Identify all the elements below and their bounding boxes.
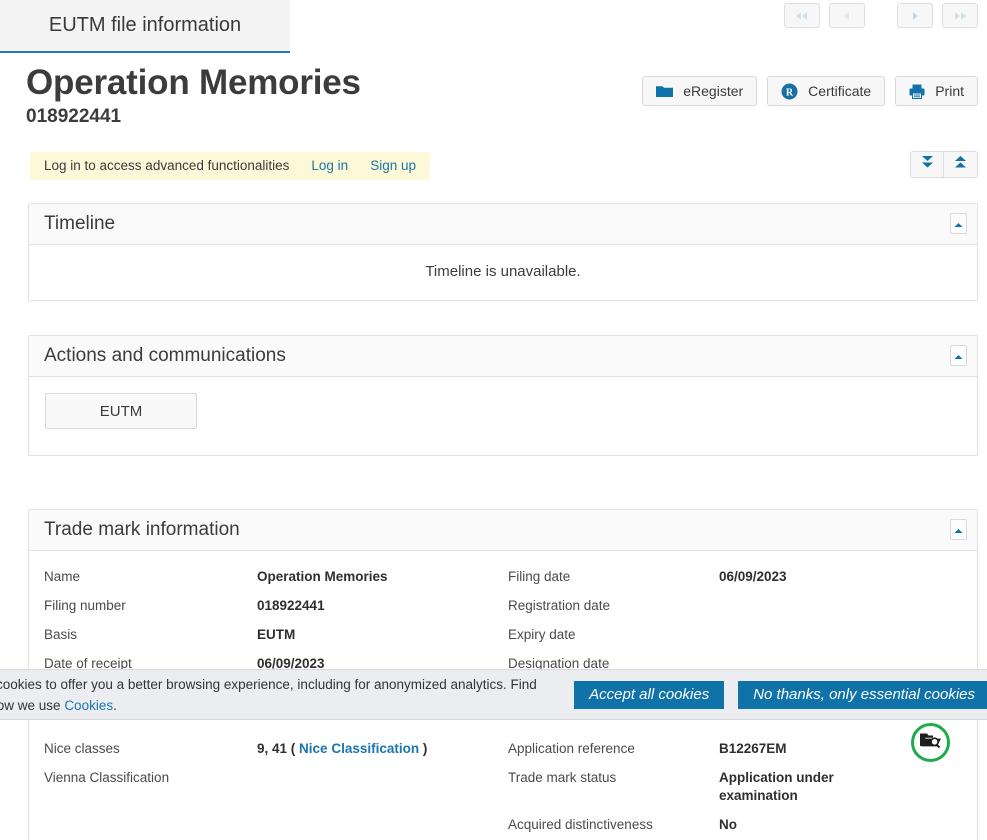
cookie-text-end: . (113, 697, 117, 713)
certificate-button[interactable]: R Certificate (767, 76, 886, 106)
actions-communications-header: Actions and communications (29, 336, 977, 377)
print-label: Print (935, 83, 964, 99)
field-label-trade-mark-status: Trade mark status (508, 770, 617, 785)
eregister-button[interactable]: eRegister (642, 76, 758, 106)
certificate-label: Certificate (808, 83, 872, 99)
timeline-unavailable-message: Timeline is unavailable. (425, 263, 581, 280)
mark-number: 018922441 (26, 106, 122, 127)
previous-record-button[interactable] (829, 3, 865, 28)
field-value-empty (257, 811, 495, 840)
trade-mark-information-title: Trade mark information (44, 519, 240, 540)
field-label-application-reference: Application reference (508, 741, 635, 756)
login-notice: Log in to access advanced functionalitie… (30, 152, 430, 180)
field-value-nice-classes: 9, 41 ( Nice Classification ) (257, 735, 495, 764)
field-label-registration-date: Registration date (508, 598, 611, 613)
next-record-button[interactable] (897, 3, 933, 28)
registered-r-icon: R (781, 83, 798, 100)
actions-communications-collapse-button[interactable] (950, 345, 967, 366)
timeline-panel: Timeline Timeline is unavailable. (28, 203, 978, 301)
nice-classes-prefix: 9, 41 ( (257, 741, 296, 756)
trade-mark-information-collapse-button[interactable] (950, 519, 967, 540)
accept-all-cookies-button[interactable]: Accept all cookies (574, 680, 725, 709)
printer-icon (909, 84, 925, 99)
expand-collapse-all (910, 151, 978, 178)
field-label-acquired-distinctiveness: Acquired distinctiveness (508, 817, 653, 832)
field-label-filing-number: Filing number (44, 598, 126, 613)
record-pager (784, 3, 978, 28)
field-label-basis: Basis (44, 627, 78, 642)
timeline-title: Timeline (44, 213, 116, 234)
timeline-panel-body: Timeline is unavailable. (29, 245, 977, 300)
pager-forward-group (897, 3, 978, 28)
double-chevron-down-icon (920, 154, 935, 175)
login-notice-text: Log in to access advanced functionalitie… (44, 158, 290, 173)
print-button[interactable]: Print (895, 76, 978, 106)
field-label-name: Name (44, 569, 81, 584)
collapse-all-button[interactable] (944, 151, 978, 178)
pager-backward-group (784, 3, 865, 28)
field-value-acquired-distinctiveness: No (719, 817, 737, 832)
field-value-vienna-classification (257, 764, 495, 811)
field-label-empty (29, 811, 257, 840)
cookie-banner-buttons: Accept all cookies No thanks, only essen… (574, 680, 987, 709)
timeline-panel-header: Timeline (29, 204, 977, 245)
cookies-link[interactable]: Cookies (64, 698, 113, 713)
timeline-collapse-button[interactable] (950, 213, 967, 234)
first-record-button[interactable] (784, 3, 820, 28)
cookie-consent-banner: es cookies to offer you a better browsin… (0, 669, 987, 720)
eutm-file-information-page: EUTM file information Operation Memories… (0, 0, 987, 840)
eregister-label: eRegister (683, 83, 744, 99)
double-chevron-up-icon (953, 154, 968, 175)
svg-text:R: R (786, 87, 794, 98)
field-value-expiry-date (719, 621, 977, 650)
chevron-left-icon (842, 11, 852, 21)
actions-communications-body: EUTM (29, 377, 977, 455)
folder-icon (656, 84, 674, 98)
chevron-right-icon (910, 11, 920, 21)
header-actions: eRegister R Certificate Print (642, 76, 978, 106)
log-in-link[interactable]: Log in (311, 158, 348, 173)
field-label-nice-classes: Nice classes (44, 741, 120, 756)
eutm-filter-button[interactable]: EUTM (45, 393, 197, 429)
pager-spacer (874, 3, 888, 28)
last-record-button[interactable] (942, 3, 978, 28)
status-badge (911, 723, 950, 762)
expand-all-button[interactable] (910, 151, 944, 178)
page-title: Operation Memories (26, 63, 361, 102)
folder-search-icon (919, 730, 943, 755)
field-value-registration-date (719, 592, 977, 621)
field-label-vienna-classification: Vienna Classification (44, 770, 170, 785)
field-value-filing-date: 06/09/2023 (719, 569, 787, 584)
chevron-up-icon (954, 215, 963, 233)
trade-mark-information-header: Trade mark information (29, 510, 977, 551)
actions-communications-panel: Actions and communications EUTM (28, 335, 978, 456)
mark-title-block: Operation Memories 018922441 (26, 62, 361, 128)
field-label-expiry-date: Expiry date (508, 627, 576, 642)
sign-up-link[interactable]: Sign up (370, 158, 416, 173)
chevron-up-icon (954, 347, 963, 365)
field-value-name: Operation Memories (257, 569, 388, 584)
double-chevron-right-icon (952, 11, 968, 21)
nice-classification-link[interactable]: Nice Classification (299, 741, 419, 756)
field-label-filing-date: Filing date (508, 569, 571, 584)
field-value-basis: EUTM (257, 627, 296, 642)
field-value-trade-mark-status: Application under examination (719, 770, 834, 803)
chevron-up-icon (954, 521, 963, 539)
double-chevron-left-icon (794, 11, 810, 21)
essential-cookies-only-button[interactable]: No thanks, only essential cookies (738, 680, 987, 709)
tab-eutm-file-information[interactable]: EUTM file information (0, 0, 290, 53)
field-value-filing-number: 018922441 (257, 598, 325, 613)
actions-communications-title: Actions and communications (44, 345, 286, 366)
nice-classes-suffix: ) (422, 741, 428, 756)
cookie-banner-text: es cookies to offer you a better browsin… (0, 674, 574, 716)
